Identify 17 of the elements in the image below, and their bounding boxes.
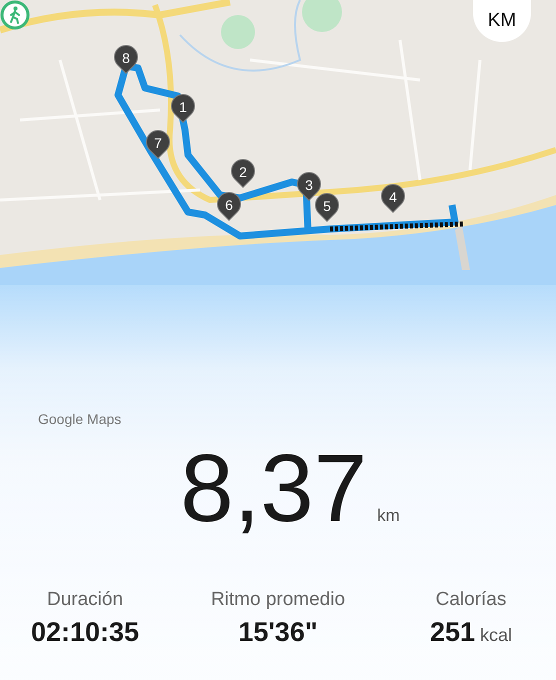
distance-value: 8,37 [180, 441, 368, 537]
distance-unit: km [377, 506, 400, 526]
stat-value: 02:10:35 [30, 617, 140, 648]
map-pin[interactable]: 2 [230, 158, 256, 192]
map-pin[interactable]: 1 [170, 93, 196, 127]
attribution-text: Google Maps [38, 411, 122, 427]
map-pin[interactable]: 4 [380, 183, 406, 217]
map-pin[interactable]: 6 [216, 191, 242, 225]
walking-person-icon [0, 0, 30, 30]
stat-value: 251 [430, 617, 476, 648]
stat-label: Duración [46, 589, 124, 611]
stat-value: 15'36" [238, 617, 318, 648]
map-pin[interactable]: 7 [145, 129, 171, 163]
stat-label: Calorías [436, 589, 506, 611]
stat-label: Ritmo promedio [210, 589, 346, 611]
map-pin[interactable]: 8 [113, 44, 139, 78]
stat-unit: kcal [480, 625, 512, 646]
